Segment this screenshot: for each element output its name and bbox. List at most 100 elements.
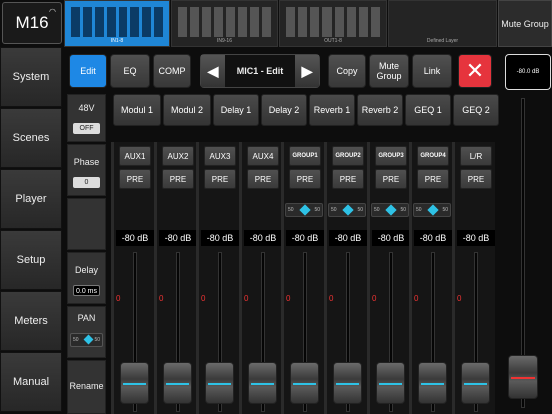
bus-name-button[interactable]: AUX4 [247, 146, 279, 166]
fader-indicator [293, 383, 316, 385]
bus-name-button[interactable]: GROUP2 [332, 146, 364, 166]
layer-meters [71, 7, 163, 37]
layer-defined[interactable]: Defined Layer [388, 0, 497, 47]
bus-name-button[interactable]: AUX3 [204, 146, 236, 166]
phantom-power-button[interactable]: 48V OFF [67, 94, 106, 142]
sidebar-item-meters[interactable]: Meters [0, 291, 62, 351]
send-level-display: -80 dB [201, 230, 239, 246]
sidebar-item-scenes[interactable]: Scenes [0, 108, 62, 168]
next-channel-icon[interactable]: ▶ [295, 55, 319, 87]
send-fader-knob[interactable] [163, 362, 192, 404]
zero-marker: 0 [116, 294, 121, 303]
fx-label: Modul 1 [120, 105, 154, 115]
comp-button[interactable]: COMP [153, 54, 191, 88]
rename-button[interactable]: Rename [67, 360, 106, 414]
fx-reverb-1-button[interactable]: Reverb 1 [309, 94, 355, 126]
sidebar-item-setup[interactable]: Setup [0, 230, 62, 290]
pre-post-button[interactable]: PRE [375, 169, 407, 189]
pan-marker-icon [299, 204, 311, 216]
pan-slider[interactable]: 50 50 [70, 333, 103, 347]
sidebar-item-system[interactable]: System [0, 47, 62, 107]
bus-name-button[interactable]: L/R [460, 146, 492, 166]
send-fader-knob[interactable] [290, 362, 319, 404]
bus-name-button[interactable]: GROUP3 [375, 146, 407, 166]
pan-control[interactable]: PAN 50 50 [67, 306, 106, 358]
bus-name-button[interactable]: GROUP1 [289, 146, 321, 166]
empty-slot [67, 198, 106, 250]
fader-indicator [379, 383, 402, 385]
pre-post-button[interactable]: PRE [417, 169, 449, 189]
fx-modul-2-button[interactable]: Modul 2 [163, 94, 211, 126]
close-button[interactable]: ✕ [458, 54, 492, 88]
send-fader-knob[interactable] [333, 362, 362, 404]
send-fader-knob[interactable] [248, 362, 277, 404]
pan-marker-icon [83, 334, 94, 345]
send-fader-knob[interactable] [376, 362, 405, 404]
phase-button[interactable]: Phase 0 [67, 144, 106, 196]
pre-post-button[interactable]: PRE [204, 169, 236, 189]
send-fader-knob[interactable] [461, 362, 490, 404]
pan-left-value: 50 [374, 207, 380, 213]
pre-post-button[interactable]: PRE [247, 169, 279, 189]
send-fader-knob[interactable] [418, 362, 447, 404]
pan-right-value: 50 [357, 207, 363, 213]
fx-delay-2-button[interactable]: Delay 2 [261, 94, 307, 126]
mute-group-button[interactable]: Mute Group [369, 54, 409, 88]
pre-post-button[interactable]: PRE [289, 169, 321, 189]
send-level-display: -80 dB [116, 230, 154, 246]
fx-delay-1-button[interactable]: Delay 1 [213, 94, 259, 126]
fx-geq-2-button[interactable]: GEQ 2 [453, 94, 499, 126]
edit-button[interactable]: Edit [69, 54, 107, 88]
send-fader-knob[interactable] [205, 362, 234, 404]
mute-group-layer-button[interactable]: Mute Group [498, 0, 552, 47]
zero-marker: 0 [159, 294, 164, 303]
send-pan-slider[interactable]: 50 50 [371, 203, 409, 217]
send-level-display: -80 dB [286, 230, 324, 246]
zero-marker: 0 [329, 294, 334, 303]
eq-button[interactable]: EQ [110, 54, 150, 88]
fader-indicator [511, 377, 535, 379]
send-pan-slider[interactable]: 50 50 [328, 203, 366, 217]
pan-right-value: 50 [314, 207, 320, 213]
layer-meters [178, 7, 271, 37]
layer-in9-16[interactable]: IN9-16 [171, 0, 278, 47]
sidebar-item-label: Manual [12, 376, 50, 388]
send-level-display: -80 dB [457, 230, 495, 246]
delay-button[interactable]: Delay 0.0 ms [67, 252, 106, 304]
rename-label: Rename [69, 381, 104, 391]
sidebar-item-manual[interactable]: Manual [0, 352, 62, 412]
fx-geq-1-button[interactable]: GEQ 1 [405, 94, 451, 126]
pre-post-button[interactable]: PRE [162, 169, 194, 189]
copy-button[interactable]: Copy [328, 54, 366, 88]
send-level-display: -80 dB [244, 230, 282, 246]
sidebar-item-label: Meters [14, 315, 48, 327]
layer-out1-8[interactable]: OUT1-8 [279, 0, 387, 47]
prev-channel-icon[interactable]: ◀ [201, 55, 225, 87]
send-pan-slider[interactable]: 50 50 [285, 203, 323, 217]
fx-reverb-2-button[interactable]: Reverb 2 [357, 94, 403, 126]
pan-right-value: 50 [442, 207, 448, 213]
phantom-label: 48V [78, 103, 95, 113]
pre-post-button[interactable]: PRE [460, 169, 492, 189]
fx-modul-1-button[interactable]: Modul 1 [113, 94, 161, 126]
bus-name-button[interactable]: GROUP4 [417, 146, 449, 166]
link-button[interactable]: Link [412, 54, 452, 88]
sidebar-item-player[interactable]: Player [0, 169, 62, 229]
pre-post-button[interactable]: PRE [119, 169, 151, 189]
phantom-state: OFF [73, 123, 100, 134]
logo-text: M16 [15, 13, 49, 32]
fader-indicator [251, 383, 274, 385]
layer-in1-8[interactable]: IN1-8 [64, 0, 170, 47]
layer-label: IN1-8 [110, 38, 124, 44]
send-level-display: -80 dB [329, 230, 367, 246]
layer-meters [286, 7, 380, 37]
master-fader-knob[interactable] [508, 355, 538, 399]
send-fader-knob[interactable] [120, 362, 149, 404]
bus-name-button[interactable]: AUX2 [162, 146, 194, 166]
bus-name-button[interactable]: AUX1 [119, 146, 151, 166]
send-pan-slider[interactable]: 50 50 [413, 203, 451, 217]
pre-post-button[interactable]: PRE [332, 169, 364, 189]
sidebar-item-label: Setup [16, 254, 46, 266]
app-logo: M16 ◠ [2, 2, 62, 44]
layer-label: Defined Layer [426, 38, 459, 44]
